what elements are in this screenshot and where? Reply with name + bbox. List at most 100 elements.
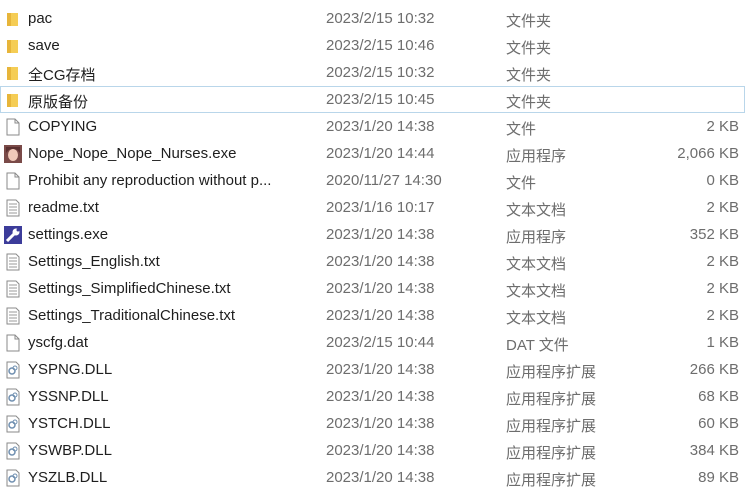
file-size: 352 KB <box>689 226 739 243</box>
file-date: 2023/1/20 14:38 <box>326 415 435 432</box>
file-name: yscfg.dat <box>28 334 89 351</box>
file-icon <box>4 334 22 352</box>
file-size: 2 KB <box>706 118 739 135</box>
file-type: 应用程序扩展 <box>506 364 597 381</box>
file-name: Prohibit any reproduction without p... <box>28 172 272 189</box>
file-icon <box>4 118 22 136</box>
file-row[interactable]: YSTCH.DLL 2023/1/20 14:38 应用程序扩展 60 KB <box>0 410 745 437</box>
file-size: 2 KB <box>706 253 739 270</box>
file-size: 60 KB <box>698 415 739 432</box>
file-date: 2023/1/16 10:17 <box>326 199 435 216</box>
file-type: 文件夹 <box>506 40 552 57</box>
wrench-app-icon <box>4 226 22 244</box>
file-row[interactable]: pac 2023/2/15 10:32 文件夹 <box>0 5 745 32</box>
dll-icon <box>4 388 22 406</box>
text-icon <box>4 307 22 325</box>
file-list: pac 2023/2/15 10:32 文件夹 save 2023/2/15 1… <box>0 5 752 491</box>
file-type: 应用程序 <box>506 148 567 165</box>
file-size: 2 KB <box>706 280 739 297</box>
file-date: 2023/1/20 14:38 <box>326 307 435 324</box>
file-date: 2023/1/20 14:44 <box>326 145 435 162</box>
file-date: 2023/2/15 10:32 <box>326 10 435 27</box>
file-name: Settings_English.txt <box>28 253 160 270</box>
file-date: 2023/1/20 14:38 <box>326 253 435 270</box>
folder-icon <box>4 64 22 82</box>
file-type: 文件夹 <box>506 67 552 84</box>
file-type: 应用程序扩展 <box>506 391 597 408</box>
file-date: 2023/1/20 14:38 <box>326 388 435 405</box>
file-date: 2023/2/15 10:32 <box>326 64 435 81</box>
file-name: 原版备份 <box>28 94 89 111</box>
file-type: 应用程序 <box>506 229 567 246</box>
file-date: 2023/2/15 10:46 <box>326 37 435 54</box>
file-type: 文件 <box>506 175 537 192</box>
file-row[interactable]: settings.exe 2023/1/20 14:38 应用程序 352 KB <box>0 221 745 248</box>
file-type: 文本文档 <box>506 202 567 219</box>
file-date: 2023/1/20 14:38 <box>326 469 435 486</box>
file-date: 2023/1/20 14:38 <box>326 118 435 135</box>
file-size: 266 KB <box>689 361 739 378</box>
dll-icon <box>4 469 22 487</box>
file-name: Settings_TraditionalChinese.txt <box>28 307 236 324</box>
file-size: 89 KB <box>698 469 739 486</box>
file-row[interactable]: YSPNG.DLL 2023/1/20 14:38 应用程序扩展 266 KB <box>0 356 745 383</box>
file-name: pac <box>28 10 53 27</box>
file-type: 应用程序扩展 <box>506 445 597 462</box>
file-icon <box>4 172 22 190</box>
file-type: 文件夹 <box>506 13 552 30</box>
file-type: 应用程序扩展 <box>506 472 597 489</box>
file-type: 文本文档 <box>506 283 567 300</box>
file-size: 1 KB <box>706 334 739 351</box>
file-row[interactable]: yscfg.dat 2023/2/15 10:44 DAT 文件 1 KB <box>0 329 745 356</box>
dll-icon <box>4 442 22 460</box>
file-name: readme.txt <box>28 199 99 216</box>
file-row[interactable]: save 2023/2/15 10:46 文件夹 <box>0 32 745 59</box>
file-row[interactable]: readme.txt 2023/1/16 10:17 文本文档 2 KB <box>0 194 745 221</box>
file-name: YSWBP.DLL <box>28 442 112 459</box>
folder-icon <box>4 91 22 109</box>
file-date: 2023/1/20 14:38 <box>326 226 435 243</box>
file-name: Nope_Nope_Nope_Nurses.exe <box>28 145 237 162</box>
app-avatar-icon <box>4 145 22 163</box>
file-row[interactable]: Settings_TraditionalChinese.txt 2023/1/2… <box>0 302 745 329</box>
file-date: 2023/1/20 14:38 <box>326 361 435 378</box>
file-type: DAT 文件 <box>506 337 569 354</box>
file-row[interactable]: YSWBP.DLL 2023/1/20 14:38 应用程序扩展 384 KB <box>0 437 745 464</box>
text-icon <box>4 199 22 217</box>
file-type: 应用程序扩展 <box>506 418 597 435</box>
file-name: save <box>28 37 60 54</box>
file-row[interactable]: Nope_Nope_Nope_Nurses.exe 2023/1/20 14:4… <box>0 140 745 167</box>
file-size: 2 KB <box>706 307 739 324</box>
file-date: 2020/11/27 14:30 <box>326 172 442 189</box>
dll-icon <box>4 361 22 379</box>
file-row[interactable]: Settings_SimplifiedChinese.txt 2023/1/20… <box>0 275 745 302</box>
file-size: 384 KB <box>689 442 739 459</box>
file-type: 文件 <box>506 121 537 138</box>
file-date: 2023/2/15 10:45 <box>326 91 435 108</box>
file-row[interactable]: YSSNP.DLL 2023/1/20 14:38 应用程序扩展 68 KB <box>0 383 745 410</box>
file-name: YSPNG.DLL <box>28 361 113 378</box>
file-size: 2,066 KB <box>677 145 739 162</box>
file-row[interactable]: COPYING 2023/1/20 14:38 文件 2 KB <box>0 113 745 140</box>
file-name: settings.exe <box>28 226 109 243</box>
file-name: YSTCH.DLL <box>28 415 111 432</box>
file-row[interactable]: Settings_English.txt 2023/1/20 14:38 文本文… <box>0 248 745 275</box>
file-date: 2023/1/20 14:38 <box>326 280 435 297</box>
file-size: 0 KB <box>706 172 739 189</box>
file-row[interactable]: 全CG存档 2023/2/15 10:32 文件夹 <box>0 59 745 86</box>
file-type: 文件夹 <box>506 94 552 111</box>
file-name: Settings_SimplifiedChinese.txt <box>28 280 231 297</box>
dll-icon <box>4 415 22 433</box>
text-icon <box>4 280 22 298</box>
file-name: COPYING <box>28 118 98 135</box>
file-type: 文本文档 <box>506 256 567 273</box>
file-row[interactable]: YSZLB.DLL 2023/1/20 14:38 应用程序扩展 89 KB <box>0 464 745 491</box>
file-date: 2023/2/15 10:44 <box>326 334 435 351</box>
file-size: 2 KB <box>706 199 739 216</box>
text-icon <box>4 253 22 271</box>
file-date: 2023/1/20 14:38 <box>326 442 435 459</box>
file-row[interactable]: Prohibit any reproduction without p... 2… <box>0 167 745 194</box>
file-name: 全CG存档 <box>28 67 96 84</box>
file-type: 文本文档 <box>506 310 567 327</box>
file-row[interactable]: 原版备份 2023/2/15 10:45 文件夹 <box>0 86 745 113</box>
